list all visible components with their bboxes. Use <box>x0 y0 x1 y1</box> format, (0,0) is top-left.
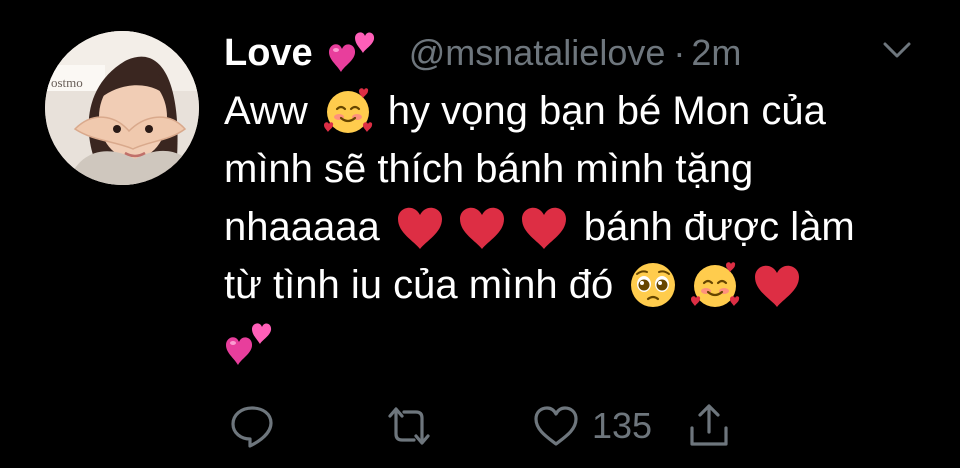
avatar[interactable]: ostmo <box>45 31 199 185</box>
tweet-line-1: Aww hy vọng bạn bé Mon của <box>224 82 924 140</box>
retweet-button[interactable] <box>384 400 434 452</box>
two-hearts-emoji-icon <box>327 28 377 74</box>
svg-text:ostmo: ostmo <box>51 75 83 90</box>
retweet-icon <box>388 407 430 445</box>
red-heart-icon <box>518 201 570 253</box>
smiling-face-with-hearts-icon <box>322 85 374 137</box>
text-segment: bánh được làm <box>583 205 855 249</box>
tweet-line-4: từ tình iu của mình đó <box>224 256 924 314</box>
red-heart-icon <box>456 201 508 253</box>
tweet-actions: 135 <box>224 400 944 452</box>
like-count: 135 <box>592 405 653 446</box>
reply-icon <box>231 406 273 448</box>
text-segment: mình sẽ thích bánh mình tặng <box>224 147 754 191</box>
red-heart-icon <box>751 259 803 311</box>
text-segment: nhaaaaa <box>224 205 380 249</box>
two-hearts-icon <box>224 317 276 369</box>
pleading-face-icon <box>627 259 679 311</box>
share-icon <box>690 404 728 446</box>
like-button[interactable]: 135 <box>532 400 652 452</box>
avatar-photo: ostmo <box>45 31 199 185</box>
tweet-text: Aww hy vọng bạn bé Mon của mình sẽ thích… <box>224 82 924 372</box>
share-button[interactable] <box>686 400 732 452</box>
display-name[interactable]: Love <box>224 32 313 75</box>
smiling-face-with-hearts-icon <box>689 259 741 311</box>
tweet-line-5 <box>224 314 924 372</box>
text-segment: từ tình iu của mình đó <box>224 263 614 307</box>
red-heart-icon <box>394 201 446 253</box>
tweet-line-3: nhaaaaa bánh được làm <box>224 198 924 256</box>
reply-button[interactable] <box>228 400 276 452</box>
text-segment: Aww <box>224 89 308 133</box>
tweet[interactable]: ostmo Love @msnatalielove · 2m Aww hy vọ… <box>0 0 960 468</box>
user-handle[interactable]: @msnatalielove <box>409 32 666 74</box>
timestamp[interactable]: 2m <box>691 32 741 74</box>
meta-separator: · <box>673 32 686 73</box>
tweet-header: Love @msnatalielove · 2m <box>224 30 741 76</box>
text-segment: hy vọng bạn bé Mon của <box>387 89 826 133</box>
tweet-line-2: mình sẽ thích bánh mình tặng <box>224 140 924 198</box>
chevron-down-icon[interactable] <box>880 38 914 62</box>
heart-outline-icon <box>534 406 578 446</box>
